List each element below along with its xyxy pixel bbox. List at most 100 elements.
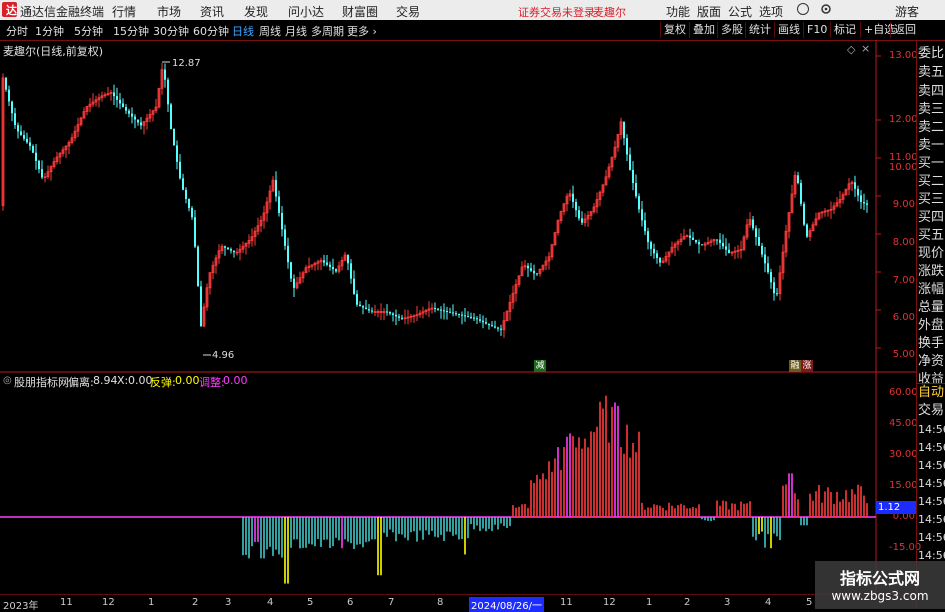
period-fenshi[interactable]: 分时 [6,23,28,39]
settings-icon[interactable] [820,2,832,14]
candle-body [119,99,121,104]
row-sell2[interactable]: 卖二 [918,119,945,137]
fuquan-button[interactable]: 复权 [660,22,689,38]
candle-body [650,242,652,249]
candle-body [329,264,331,267]
watermark-url: www.zbgs3.com [831,589,929,603]
ind-y-tick: -15.00 [889,542,922,553]
row-sell5[interactable]: 卖五 [918,64,945,82]
menu-faxian[interactable]: 发现 [244,3,268,20]
marker-jian[interactable]: 减 [534,360,546,372]
row-buy2[interactable]: 买二 [918,173,945,191]
period-5min[interactable]: 5分钟 [74,23,103,39]
menu-shichang[interactable]: 市场 [157,3,181,20]
period-weekly[interactable]: 周线 [259,23,281,39]
period-30min[interactable]: 30分钟 [153,23,189,39]
candle-body [527,265,529,269]
candle-body [770,272,772,283]
auto-trade-tab[interactable]: 自动 [918,384,945,402]
trade-detail-tab[interactable]: 交易 [918,402,945,420]
x-tick: 2 [684,597,691,608]
row-sell3[interactable]: 卖三 [918,101,945,119]
marker-zhang[interactable]: 涨 [801,360,813,372]
candle-body [857,188,859,196]
menu-gongshi[interactable]: 公式 [728,3,752,20]
candle-body [659,257,661,263]
chart-area[interactable] [0,40,918,595]
menu-banmian[interactable]: 版面 [697,3,721,20]
period-1min[interactable]: 1分钟 [35,23,64,39]
candle-body [764,254,766,264]
row-sell1[interactable]: 卖一 [918,137,945,155]
back-button[interactable]: 返回 [890,22,919,38]
diejia-button[interactable]: 叠加 [689,22,718,38]
tongji-button[interactable]: 统计 [745,22,774,38]
row-jingzi: 净资 [918,354,945,369]
candle-body [125,107,127,111]
candle-body [623,121,625,139]
candle-body [140,122,142,126]
x-tick: 11 [560,597,573,608]
candle-body [197,246,199,287]
trade-login-notice[interactable]: 证券交易未登录 [518,4,595,20]
candle-body [644,220,646,232]
menu-wenxiaoda[interactable]: 问小达 [288,3,324,20]
menu-zixun[interactable]: 资讯 [200,3,224,20]
candle-body [326,262,328,265]
candle-body [290,262,292,279]
period-more[interactable]: 更多 › [347,23,377,39]
period-multi[interactable]: 多周期 [311,23,344,39]
y-tick: 7.00 [892,275,915,286]
menu-xuanxiang[interactable]: 选项 [759,3,783,20]
indicator-settings-icon[interactable]: ◎ [3,375,12,386]
menu-caifuquan[interactable]: 财富圈 [342,3,378,20]
candle-body [281,212,283,230]
f10-button[interactable]: F10 [803,22,830,38]
candle-body [173,129,175,146]
row-weibi[interactable]: 委比 [918,45,945,63]
row-buy1[interactable]: 买一 [918,155,945,173]
low-price-label: 4.96 [212,350,235,361]
menu-jiaoyi[interactable]: 交易 [396,3,420,20]
x-tick: 12 [603,597,616,608]
candle-body [179,161,181,179]
candle-body [335,269,337,272]
row-buy4[interactable]: 买四 [918,209,945,227]
candle-body [800,183,802,204]
candle-body [230,249,232,251]
x-tick: 7 [388,597,395,608]
row-sell4[interactable]: 卖四 [918,83,945,101]
menu-gongneng[interactable]: 功能 [666,3,690,20]
biaoji-button[interactable]: 标记 [830,22,859,38]
candle-body [362,306,364,308]
candle-body [698,242,700,245]
candle-body [365,307,367,310]
period-daily[interactable]: 日线 [232,23,254,39]
user-label[interactable]: 游客 [895,3,919,20]
candle-body [5,77,7,90]
huaxian-button[interactable]: 画线 [774,22,803,38]
row-buy3[interactable]: 买三 [918,191,945,209]
candle-body [488,323,490,326]
candle-body [761,245,763,255]
menu-hangqing[interactable]: 行情 [112,3,136,20]
x-tick: 1 [646,597,653,608]
candle-body [29,142,31,147]
duogu-button[interactable]: 多股 [717,22,746,38]
candle-body [530,268,532,271]
candle-body [275,180,277,197]
candle-body [347,254,349,264]
candle-body [635,183,637,197]
period-monthly[interactable]: 月线 [285,23,307,39]
chevron-right-icon: › [369,25,377,38]
indicator-name[interactable]: 股朋指标网 [14,374,69,390]
candle-body [494,326,496,328]
headset-icon[interactable] [797,3,809,15]
candle-body [131,113,133,117]
row-buy5[interactable]: 买五 [918,227,945,245]
period-60min[interactable]: 60分钟 [193,23,229,39]
trade-time: 14:56 [918,531,945,544]
y-tick: 10.00 [889,162,918,173]
period-15min[interactable]: 15分钟 [113,23,149,39]
marker-rong[interactable]: 融 [789,360,801,372]
